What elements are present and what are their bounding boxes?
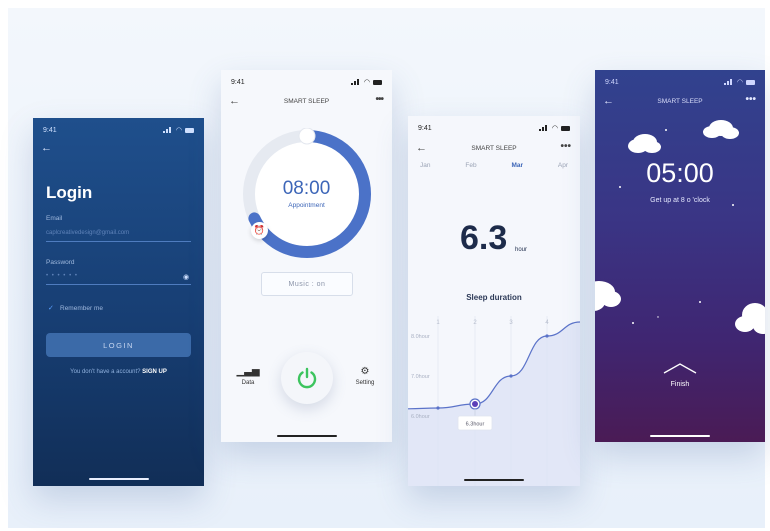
x-tick-label: 3 — [509, 320, 513, 326]
bar-chart-icon: ▁▃▅ — [236, 366, 260, 377]
alarm-time: 08:00 — [282, 178, 331, 199]
status-bar: 9:41 ◠ — [605, 77, 755, 87]
data-point — [436, 406, 440, 410]
app-title: SMART SLEEP — [283, 98, 330, 105]
data-point — [545, 334, 549, 338]
status-time: 9:41 — [231, 78, 245, 86]
sleep-value: 6.3 — [460, 219, 508, 257]
home-indicator — [276, 435, 337, 437]
password-field[interactable]: • • • • • • — [46, 273, 78, 279]
alarm-screen: 9:41 ◠ ← SMART SLEEP ••• 08:00 Appointme… — [221, 70, 392, 442]
eye-icon[interactable]: ◉ — [183, 273, 189, 281]
chevron-up-icon[interactable] — [663, 362, 697, 374]
status-time: 9:41 — [605, 78, 619, 86]
more-icon[interactable]: ••• — [560, 141, 571, 152]
signal-icon — [162, 127, 173, 133]
cloud-icon — [735, 303, 765, 334]
more-icon[interactable]: ••• — [745, 94, 756, 105]
signup-prompt-text: You don't have a account? — [70, 369, 141, 375]
month-tab-jan[interactable]: Jan — [420, 162, 430, 169]
gear-icon: ⚙ — [360, 366, 370, 377]
data-point — [509, 374, 513, 378]
password-underline — [46, 284, 191, 285]
chart-title: Sleep duration — [466, 293, 522, 302]
wake-subtitle: Get up at 8 o 'clock — [650, 197, 710, 204]
y-tick-label: 6.0hour — [411, 414, 430, 420]
email-underline — [46, 241, 191, 242]
night-screen: 9:41 ◠ ← SMART SLEEP ••• 05:00 Get up at… — [595, 70, 765, 442]
page-title: Login — [46, 183, 93, 202]
login-screen: 9:41 ◠ ← Login Email caplcreativedesign@… — [33, 118, 204, 486]
wifi-icon: ◠ — [175, 127, 182, 134]
nav-bar: ← SMART SLEEP ••• — [221, 94, 392, 108]
month-tabs: Jan Feb Mar Apr — [420, 162, 568, 169]
month-tab-mar[interactable]: Mar — [511, 162, 523, 169]
app-title: SMART SLEEP — [657, 98, 703, 105]
signup-prompt: You don't have a account? SIGN UP — [33, 369, 204, 375]
email-label: Email — [46, 215, 63, 222]
power-icon — [297, 367, 317, 389]
y-tick-label: 7.0hour — [411, 374, 430, 380]
battery-icon — [746, 79, 755, 85]
nav-bar: ← SMART SLEEP ••• — [408, 141, 580, 155]
status-bar: 9:41 ◠ — [43, 125, 194, 135]
home-indicator — [88, 478, 149, 480]
y-tick-label: 8.0hour — [411, 334, 430, 340]
setting-button[interactable]: ⚙ Setting — [350, 366, 380, 386]
password-label: Password — [46, 259, 75, 266]
wifi-icon: ◠ — [551, 125, 558, 132]
month-tab-apr[interactable]: Apr — [558, 162, 568, 169]
signal-icon — [350, 79, 361, 85]
remember-me-label[interactable]: Remember me — [60, 305, 103, 312]
highlight-point-core — [472, 401, 478, 407]
signup-link[interactable]: SIGN UP — [142, 369, 167, 375]
tooltip-label: 6.3hour — [466, 422, 485, 428]
login-button[interactable]: LOGIN — [46, 333, 191, 357]
data-button[interactable]: ▁▃▅ Data — [233, 366, 263, 386]
wifi-icon: ◠ — [363, 79, 370, 86]
wake-time: 05:00 — [646, 158, 714, 188]
nav-bar: ← SMART SLEEP ••• — [595, 94, 765, 108]
finish-button[interactable]: Finish — [595, 381, 765, 388]
music-toggle-button[interactable]: Music : on — [261, 272, 353, 296]
home-indicator — [464, 479, 524, 481]
battery-icon — [373, 79, 382, 85]
showcase-background: 9:41 ◠ ← Login Email caplcreativedesign@… — [8, 8, 765, 528]
x-tick-label: 4 — [545, 320, 549, 326]
wifi-icon: ◠ — [736, 79, 743, 86]
home-indicator — [650, 435, 710, 437]
month-tab-feb[interactable]: Feb — [465, 162, 476, 169]
more-icon[interactable]: ••• — [375, 94, 383, 105]
sleep-unit: hour — [515, 247, 528, 253]
status-time: 9:41 — [43, 126, 57, 134]
battery-icon — [185, 127, 194, 133]
power-button[interactable] — [281, 352, 333, 404]
status-time: 9:41 — [418, 124, 432, 132]
checkmark-icon[interactable]: ✓ — [48, 304, 54, 312]
stats-screen: 9:41 ◠ ← SMART SLEEP ••• Jan Feb Mar Apr 6.… — [408, 116, 580, 486]
x-tick-label: 1 — [436, 320, 440, 326]
signal-icon — [538, 125, 549, 131]
status-bar: 9:41 ◠ — [231, 77, 382, 87]
app-title: SMART SLEEP — [471, 145, 517, 152]
setting-label: Setting — [355, 380, 375, 386]
x-tick-label: 2 — [473, 320, 477, 326]
area-fill — [408, 322, 580, 486]
cloud-icon — [595, 281, 621, 311]
ring-knob — [298, 128, 316, 145]
alarm-clock-icon[interactable]: ⏰ — [251, 222, 268, 239]
cloud-icon — [628, 134, 661, 153]
sleep-duration-chart[interactable]: 1 2 3 4 6.0hour 7.0hour 8.0hour 6.3hour — [408, 306, 580, 486]
status-bar: 9:41 ◠ — [418, 123, 570, 133]
battery-icon — [561, 125, 570, 131]
signal-icon — [723, 79, 734, 85]
alarm-subtitle: Appointment — [288, 202, 325, 209]
back-arrow-icon[interactable]: ← — [41, 142, 52, 154]
cloud-icon — [703, 120, 739, 139]
data-label: Data — [241, 380, 255, 386]
email-field[interactable]: caplcreativedesign@gmail.com — [46, 230, 129, 236]
